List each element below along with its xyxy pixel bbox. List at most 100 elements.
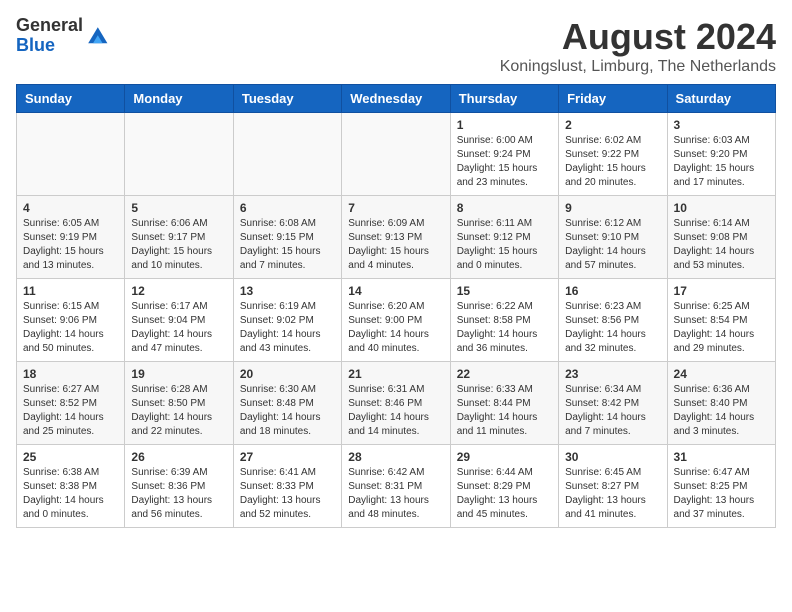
calendar-cell: 2 Sunrise: 6:02 AMSunset: 9:22 PMDaylight… xyxy=(559,113,667,196)
col-header-friday: Friday xyxy=(559,85,667,113)
day-info: Sunrise: 6:02 AMSunset: 9:22 PMDaylight:… xyxy=(565,134,660,190)
calendar-cell: 15Sunrise: 6:22 AMSunset: 8:58 PMDayligh… xyxy=(450,279,558,362)
calendar-cell: 9 Sunrise: 6:12 AMSunset: 9:10 PMDaylight… xyxy=(559,196,667,279)
calendar-cell xyxy=(125,113,233,196)
calendar-cell: 12Sunrise: 6:17 AMSunset: 9:04 PMDayligh… xyxy=(125,279,233,362)
day-number: 18 xyxy=(23,367,118,381)
calendar-cell: 3 Sunrise: 6:03 AMSunset: 9:20 PMDaylight… xyxy=(667,113,775,196)
day-number: 1 xyxy=(457,118,552,132)
day-number: 4 xyxy=(23,201,118,215)
day-info: Sunrise: 6:17 AMSunset: 9:04 PMDaylight:… xyxy=(131,300,226,356)
day-number: 20 xyxy=(240,367,335,381)
calendar-cell: 5Sunrise: 6:06 AMSunset: 9:17 PMDaylight… xyxy=(125,196,233,279)
calendar-cell: 29 Sunrise: 6:44 AMSunset: 8:29 PMDayligh… xyxy=(450,445,558,528)
col-header-tuesday: Tuesday xyxy=(233,85,341,113)
calendar-cell: 18 Sunrise: 6:27 AMSunset: 8:52 PMDayligh… xyxy=(17,362,125,445)
day-number: 29 xyxy=(457,450,552,464)
calendar-cell: 21 Sunrise: 6:31 AMSunset: 8:46 PMDayligh… xyxy=(342,362,450,445)
day-number: 7 xyxy=(348,201,443,215)
day-info: Sunrise: 6:08 AMSunset: 9:15 PMDaylight:… xyxy=(240,217,335,273)
calendar-cell: 31 Sunrise: 6:47 AMSunset: 8:25 PMDayligh… xyxy=(667,445,775,528)
calendar-cell: 20 Sunrise: 6:30 AMSunset: 8:48 PMDayligh… xyxy=(233,362,341,445)
calendar-cell: 26Sunrise: 6:39 AMSunset: 8:36 PMDayligh… xyxy=(125,445,233,528)
day-number: 16 xyxy=(565,284,660,298)
day-info: Sunrise: 6:30 AMSunset: 8:48 PMDaylight:… xyxy=(240,383,335,439)
day-number: 3 xyxy=(674,118,769,132)
day-number: 24 xyxy=(674,367,769,381)
day-number: 9 xyxy=(565,201,660,215)
day-number: 14 xyxy=(348,284,443,298)
calendar-cell: 24Sunrise: 6:36 AMSunset: 8:40 PMDayligh… xyxy=(667,362,775,445)
day-info: Sunrise: 6:06 AMSunset: 9:17 PMDaylight:… xyxy=(131,217,226,273)
day-info: Sunrise: 6:05 AMSunset: 9:19 PMDaylight:… xyxy=(23,217,118,273)
calendar-cell: 7Sunrise: 6:09 AMSunset: 9:13 PMDaylight… xyxy=(342,196,450,279)
day-number: 21 xyxy=(348,367,443,381)
calendar-table: SundayMondayTuesdayWednesdayThursdayFrid… xyxy=(16,84,776,528)
calendar-header-row: SundayMondayTuesdayWednesdayThursdayFrid… xyxy=(17,85,776,113)
page-header: General Blue August 2024 Koningslust, Li… xyxy=(16,16,776,76)
day-number: 15 xyxy=(457,284,552,298)
day-number: 26 xyxy=(131,450,226,464)
day-number: 13 xyxy=(240,284,335,298)
day-number: 28 xyxy=(348,450,443,464)
calendar-cell: 23 Sunrise: 6:34 AMSunset: 8:42 PMDayligh… xyxy=(559,362,667,445)
day-info: Sunrise: 6:15 AMSunset: 9:06 PMDaylight:… xyxy=(23,300,118,356)
day-info: Sunrise: 6:03 AMSunset: 9:20 PMDaylight:… xyxy=(674,134,769,190)
day-info: Sunrise: 6:00 AMSunset: 9:24 PMDaylight:… xyxy=(457,134,552,190)
day-info: Sunrise: 6:44 AMSunset: 8:29 PMDaylight:… xyxy=(457,466,552,522)
logo-general-text: General xyxy=(16,15,83,35)
calendar-week-row: 11 Sunrise: 6:15 AMSunset: 9:06 PMDayligh… xyxy=(17,279,776,362)
day-number: 27 xyxy=(240,450,335,464)
day-info: Sunrise: 6:11 AMSunset: 9:12 PMDaylight:… xyxy=(457,217,552,273)
col-header-saturday: Saturday xyxy=(667,85,775,113)
calendar-cell xyxy=(17,113,125,196)
day-number: 6 xyxy=(240,201,335,215)
calendar-cell: 8 Sunrise: 6:11 AMSunset: 9:12 PMDaylight… xyxy=(450,196,558,279)
day-info: Sunrise: 6:45 AMSunset: 8:27 PMDaylight:… xyxy=(565,466,660,522)
day-info: Sunrise: 6:27 AMSunset: 8:52 PMDaylight:… xyxy=(23,383,118,439)
col-header-thursday: Thursday xyxy=(450,85,558,113)
calendar-cell: 30 Sunrise: 6:45 AMSunset: 8:27 PMDayligh… xyxy=(559,445,667,528)
calendar-cell: 1 Sunrise: 6:00 AMSunset: 9:24 PMDaylight… xyxy=(450,113,558,196)
day-info: Sunrise: 6:23 AMSunset: 8:56 PMDaylight:… xyxy=(565,300,660,356)
logo-icon xyxy=(85,24,109,48)
day-number: 30 xyxy=(565,450,660,464)
calendar-cell: 19Sunrise: 6:28 AMSunset: 8:50 PMDayligh… xyxy=(125,362,233,445)
day-info: Sunrise: 6:34 AMSunset: 8:42 PMDaylight:… xyxy=(565,383,660,439)
day-number: 17 xyxy=(674,284,769,298)
col-header-wednesday: Wednesday xyxy=(342,85,450,113)
day-number: 25 xyxy=(23,450,118,464)
day-number: 11 xyxy=(23,284,118,298)
day-info: Sunrise: 6:47 AMSunset: 8:25 PMDaylight:… xyxy=(674,466,769,522)
calendar-cell: 14 Sunrise: 6:20 AMSunset: 9:00 PMDayligh… xyxy=(342,279,450,362)
col-header-sunday: Sunday xyxy=(17,85,125,113)
day-info: Sunrise: 6:25 AMSunset: 8:54 PMDaylight:… xyxy=(674,300,769,356)
day-number: 31 xyxy=(674,450,769,464)
day-info: Sunrise: 6:31 AMSunset: 8:46 PMDaylight:… xyxy=(348,383,443,439)
day-info: Sunrise: 6:20 AMSunset: 9:00 PMDaylight:… xyxy=(348,300,443,356)
calendar-cell: 25 Sunrise: 6:38 AMSunset: 8:38 PMDayligh… xyxy=(17,445,125,528)
calendar-cell: 27 Sunrise: 6:41 AMSunset: 8:33 PMDayligh… xyxy=(233,445,341,528)
day-number: 22 xyxy=(457,367,552,381)
day-number: 2 xyxy=(565,118,660,132)
calendar-cell xyxy=(233,113,341,196)
calendar-cell xyxy=(342,113,450,196)
calendar-cell: 13Sunrise: 6:19 AMSunset: 9:02 PMDayligh… xyxy=(233,279,341,362)
day-info: Sunrise: 6:38 AMSunset: 8:38 PMDaylight:… xyxy=(23,466,118,522)
day-info: Sunrise: 6:28 AMSunset: 8:50 PMDaylight:… xyxy=(131,383,226,439)
day-number: 10 xyxy=(674,201,769,215)
day-number: 8 xyxy=(457,201,552,215)
calendar-week-row: 18 Sunrise: 6:27 AMSunset: 8:52 PMDayligh… xyxy=(17,362,776,445)
day-info: Sunrise: 6:41 AMSunset: 8:33 PMDaylight:… xyxy=(240,466,335,522)
calendar-cell: 10 Sunrise: 6:14 AMSunset: 9:08 PMDayligh… xyxy=(667,196,775,279)
day-info: Sunrise: 6:12 AMSunset: 9:10 PMDaylight:… xyxy=(565,217,660,273)
month-year-title: August 2024 xyxy=(500,16,776,58)
day-number: 23 xyxy=(565,367,660,381)
location-subtitle: Koningslust, Limburg, The Netherlands xyxy=(500,58,776,76)
calendar-cell: 28 Sunrise: 6:42 AMSunset: 8:31 PMDayligh… xyxy=(342,445,450,528)
day-info: Sunrise: 6:14 AMSunset: 9:08 PMDaylight:… xyxy=(674,217,769,273)
calendar-cell: 22Sunrise: 6:33 AMSunset: 8:44 PMDayligh… xyxy=(450,362,558,445)
logo: General Blue xyxy=(16,16,109,56)
day-info: Sunrise: 6:42 AMSunset: 8:31 PMDaylight:… xyxy=(348,466,443,522)
title-section: August 2024 Koningslust, Limburg, The Ne… xyxy=(500,16,776,76)
